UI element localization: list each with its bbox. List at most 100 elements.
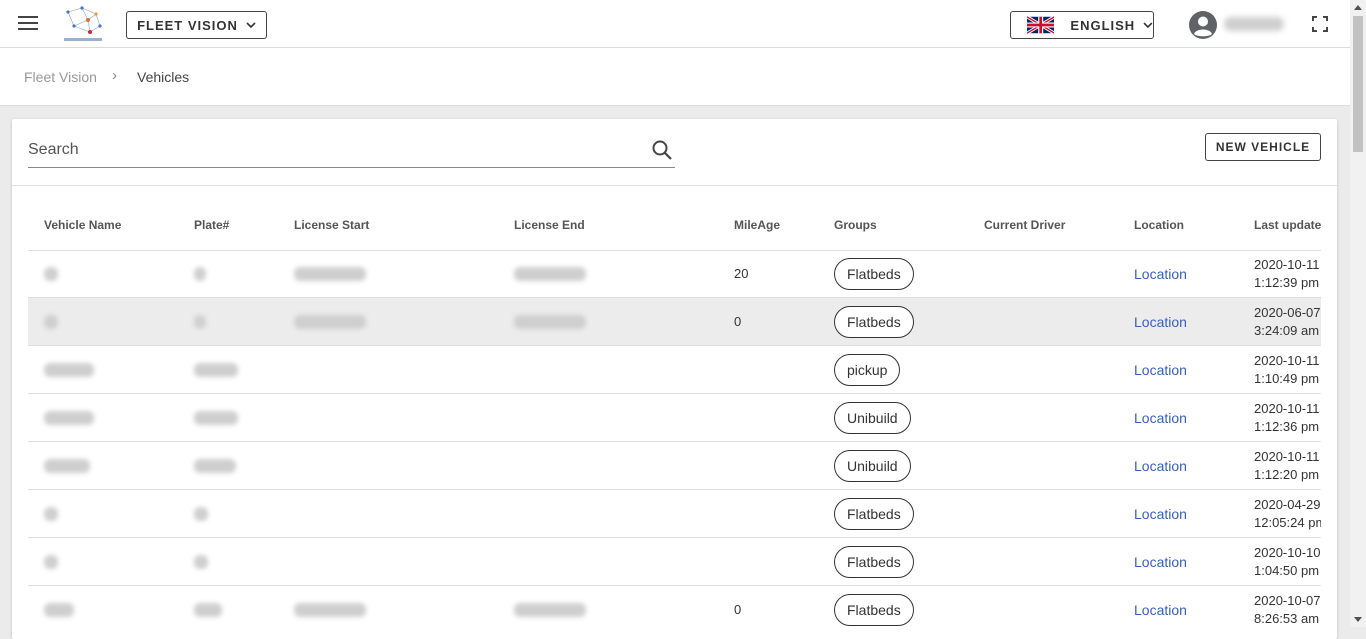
column-header-location[interactable]: Location: [1134, 218, 1184, 232]
vehicles-card: NEW VEHICLE Vehicle Name Plate# License …: [12, 119, 1337, 639]
divider: [12, 185, 1337, 186]
top-app-bar: FLEET VISION ENGLISH: [0, 0, 1350, 48]
column-header-license-start[interactable]: License Start: [294, 218, 369, 232]
avatar-icon[interactable]: [1189, 11, 1217, 39]
vehicle-name-redacted: [44, 490, 58, 537]
fullscreen-icon[interactable]: [1312, 16, 1328, 32]
chevron-down-icon: [246, 22, 256, 29]
location-link[interactable]: Location: [1134, 266, 1187, 282]
last-update-cell: 2020-06-07 3:24:09 am: [1254, 298, 1321, 345]
last-update-date: 2020-10-11: [1254, 448, 1320, 464]
last-update-time: 1:12:36 pm: [1254, 418, 1320, 434]
search-input[interactable]: [28, 137, 628, 163]
plate-redacted: [194, 586, 222, 630]
search-icon[interactable]: [651, 139, 673, 161]
language-select-button[interactable]: ENGLISH: [1010, 11, 1154, 39]
table-row[interactable]: Unibuild Location 2020-10-11 1:12:20 pm: [28, 442, 1321, 490]
location-cell: Location: [1134, 442, 1187, 489]
last-update-date: 2020-10-10: [1254, 544, 1321, 560]
location-link[interactable]: Location: [1134, 554, 1187, 570]
table-row[interactable]: 0 Flatbeds Location 2020-06-07 3:24:09 am: [28, 298, 1321, 346]
location-cell: Location: [1134, 586, 1187, 630]
license-end-redacted: [514, 586, 586, 630]
group-chip[interactable]: Unibuild: [834, 401, 911, 434]
group-chip[interactable]: Flatbeds: [834, 305, 914, 338]
last-update-time: 1:12:20 pm: [1254, 466, 1320, 482]
group-cell: Flatbeds: [834, 250, 914, 297]
plate-redacted: [194, 298, 206, 345]
last-update-cell: 2020-10-11 1:10:49 pm: [1254, 346, 1321, 393]
group-chip[interactable]: pickup: [834, 353, 901, 386]
group-cell: Unibuild: [834, 442, 911, 489]
table-row[interactable]: Unibuild Location 2020-10-11 1:12:36 pm: [28, 394, 1321, 442]
new-vehicle-button[interactable]: NEW VEHICLE: [1205, 133, 1321, 161]
vehicle-name-redacted: [44, 442, 90, 489]
last-update-date: 2020-10-07: [1254, 592, 1321, 608]
column-header-mileage[interactable]: MileAge: [734, 218, 780, 232]
column-header-plate[interactable]: Plate#: [194, 218, 229, 232]
group-chip[interactable]: Flatbeds: [834, 593, 914, 626]
last-update-cell: 2020-10-11 1:12:20 pm: [1254, 442, 1321, 489]
scroll-down-arrow-icon[interactable]: [1354, 617, 1362, 622]
scrollbar-thumb[interactable]: [1353, 16, 1363, 152]
group-cell: Unibuild: [834, 394, 911, 441]
group-chip[interactable]: Flatbeds: [834, 545, 914, 578]
license-end-redacted: [514, 298, 586, 345]
table-row[interactable]: 20 Flatbeds Location 2020-10-11 1:12:39 pm: [28, 250, 1321, 298]
group-chip[interactable]: Unibuild: [834, 449, 911, 482]
table-header: Vehicle Name Plate# License Start Licens…: [28, 210, 1321, 251]
last-update-date: 2020-04-29: [1254, 496, 1321, 512]
scroll-up-arrow-icon[interactable]: [1354, 5, 1362, 10]
breadcrumb: Fleet Vision › Vehicles: [0, 48, 1350, 106]
location-link[interactable]: Location: [1134, 458, 1187, 474]
last-update-cell: 2020-10-11 1:12:36 pm: [1254, 394, 1321, 441]
vehicle-name-redacted: [44, 298, 58, 345]
last-update-cell: 2020-04-29 12:05:24 pm: [1254, 490, 1321, 537]
vehicle-name-redacted: [44, 394, 94, 441]
location-cell: Location: [1134, 394, 1187, 441]
plate-redacted: [194, 250, 206, 297]
group-cell: Flatbeds: [834, 586, 914, 630]
location-cell: Location: [1134, 490, 1187, 537]
location-link[interactable]: Location: [1134, 410, 1187, 426]
group-cell: pickup: [834, 346, 901, 393]
plate-redacted: [194, 538, 208, 585]
group-chip[interactable]: Flatbeds: [834, 497, 914, 530]
page-scrollbar[interactable]: [1350, 0, 1366, 627]
column-header-groups[interactable]: Groups: [834, 218, 877, 232]
username-redacted[interactable]: [1224, 17, 1284, 31]
vehicle-name-redacted: [44, 538, 58, 585]
menu-icon[interactable]: [18, 16, 38, 32]
fleet-vision-menu-button[interactable]: FLEET VISION: [126, 11, 267, 39]
table-row[interactable]: pickup Location 2020-10-11 1:10:49 pm: [28, 346, 1321, 394]
table-row[interactable]: Flatbeds Location 2020-10-10 1:04:50 pm: [28, 538, 1321, 586]
breadcrumb-root-link[interactable]: Fleet Vision: [24, 69, 97, 85]
logo: [64, 6, 102, 41]
location-cell: Location: [1134, 250, 1187, 297]
last-update-cell: 2020-10-10 1:04:50 pm: [1254, 538, 1321, 585]
last-update-time: 12:05:24 pm: [1254, 514, 1321, 530]
plate-redacted: [194, 346, 238, 393]
mileage-cell: 0: [734, 602, 742, 617]
language-label: ENGLISH: [1070, 17, 1136, 33]
location-link[interactable]: Location: [1134, 314, 1187, 330]
vehicle-name-redacted: [44, 586, 74, 630]
group-chip[interactable]: Flatbeds: [834, 257, 914, 290]
location-link[interactable]: Location: [1134, 602, 1187, 618]
column-header-last-update[interactable]: Last update: [1254, 218, 1321, 232]
last-update-time: 8:26:53 am: [1254, 610, 1320, 626]
column-header-license-end[interactable]: License End: [514, 218, 585, 232]
column-header-vehicle-name[interactable]: Vehicle Name: [44, 218, 121, 232]
table-row[interactable]: 0 Flatbeds Location 2020-10-07 8:26:53 am: [28, 586, 1321, 630]
location-cell: Location: [1134, 538, 1187, 585]
location-cell: Location: [1134, 298, 1187, 345]
vehicle-name-redacted: [44, 250, 58, 297]
location-link[interactable]: Location: [1134, 362, 1187, 378]
column-header-current-driver[interactable]: Current Driver: [984, 218, 1065, 232]
last-update-date: 2020-06-07: [1254, 304, 1321, 320]
location-link[interactable]: Location: [1134, 506, 1187, 522]
location-cell: Location: [1134, 346, 1187, 393]
table-row[interactable]: Flatbeds Location 2020-04-29 12:05:24 pm: [28, 490, 1321, 538]
license-start-redacted: [294, 298, 366, 345]
last-update-date: 2020-10-11: [1254, 256, 1320, 272]
